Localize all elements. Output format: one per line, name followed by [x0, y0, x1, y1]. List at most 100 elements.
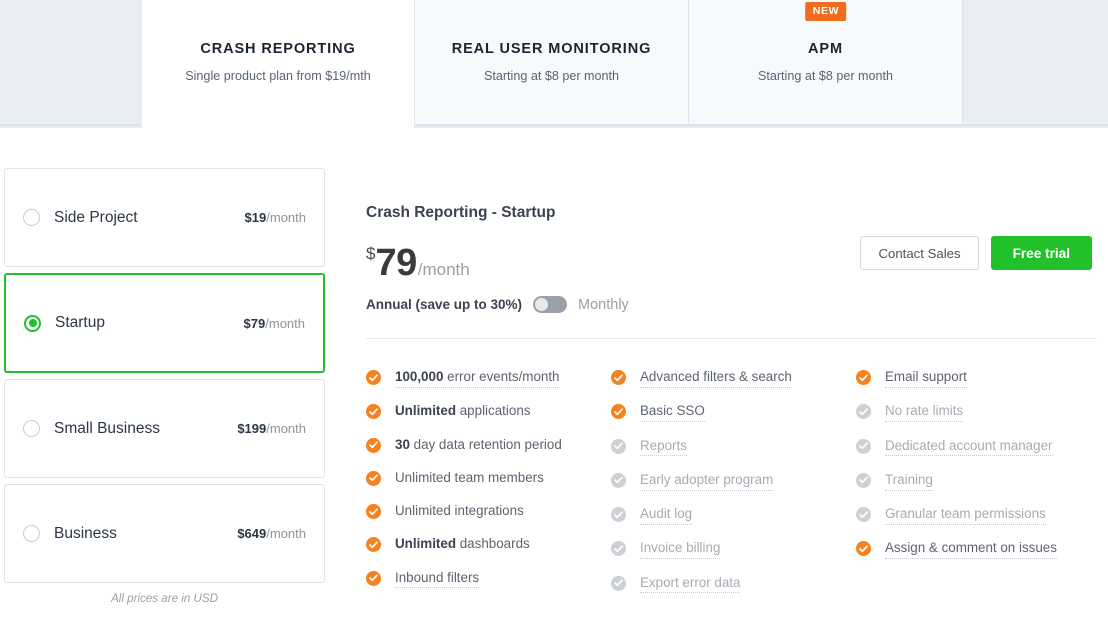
plan-price-amount: $199: [237, 421, 266, 436]
plan-price: $19/month: [245, 210, 306, 225]
feature-label: Dedicated account manager: [885, 438, 1053, 457]
feature-label-text: Email support: [885, 369, 967, 384]
plan-name: Side Project: [54, 209, 245, 227]
plan-price-period: /month: [266, 210, 306, 225]
price-currency-symbol: $: [366, 244, 375, 264]
tab-crash-reporting[interactable]: CRASH REPORTINGSingle product plan from …: [141, 0, 415, 128]
plan-price-period: /month: [266, 421, 306, 436]
billing-annual-label[interactable]: Annual (save up to 30%): [366, 297, 522, 312]
plan-card-side-project[interactable]: Side Project$19/month: [4, 168, 325, 267]
plan-name: Small Business: [54, 420, 237, 438]
feature-label: No rate limits: [885, 403, 963, 422]
feature-label-text: Inbound filters: [395, 570, 479, 585]
feature-label: Inbound filters: [395, 570, 479, 589]
contact-sales-button[interactable]: Contact Sales: [860, 236, 978, 270]
tab-title: CRASH REPORTING: [200, 41, 355, 57]
billing-monthly-label[interactable]: Monthly: [578, 297, 629, 313]
feature-label-text: Early adopter program: [640, 472, 773, 487]
feature-label-text: day data retention period: [410, 437, 562, 452]
plan-price: $79/month: [244, 316, 305, 331]
feature-label-text: Training: [885, 472, 933, 487]
plan-radio[interactable]: [24, 315, 41, 332]
feature-label-text: Unlimited integrations: [395, 503, 524, 518]
check-circle-icon: [856, 370, 871, 385]
feature-item: Email support: [856, 369, 1100, 388]
feature-label: Assign & comment on issues: [885, 540, 1057, 559]
feature-label-text: Audit log: [640, 506, 692, 521]
check-circle-disabled-icon: [611, 541, 626, 556]
plan-card-startup[interactable]: Startup$79/month: [4, 273, 325, 373]
plan-price-period: /month: [266, 526, 306, 541]
check-circle-disabled-icon: [856, 404, 871, 419]
plan-radio[interactable]: [23, 525, 40, 542]
feature-item: Unlimited team members: [366, 470, 611, 488]
feature-label: Email support: [885, 369, 967, 388]
check-circle-icon: [366, 370, 381, 385]
feature-label-text: applications: [456, 403, 530, 418]
feature-item: Audit log: [611, 506, 856, 525]
feature-column-2: Advanced filters & search Basic SSO Report…: [611, 369, 856, 609]
plan-price: $199/month: [237, 421, 306, 436]
billing-toggle[interactable]: [533, 296, 567, 313]
plan-card-small-business[interactable]: Small Business$199/month: [4, 379, 325, 478]
check-circle-disabled-icon: [611, 576, 626, 591]
feature-item: Dedicated account manager: [856, 438, 1100, 457]
check-circle-icon: [366, 571, 381, 586]
feature-label: Advanced filters & search: [640, 369, 792, 388]
feature-label-text: Export error data: [640, 575, 740, 590]
feature-item: Training: [856, 472, 1100, 491]
feature-item: Reports: [611, 438, 856, 457]
feature-label-prefix: 100,000: [395, 369, 443, 384]
check-circle-icon: [366, 537, 381, 552]
tab-real-user-monitoring[interactable]: REAL USER MONITORINGStarting at $8 per m…: [415, 0, 689, 126]
price-period: /month: [418, 260, 470, 280]
plan-selector: Side Project$19/monthStartup$79/monthSma…: [4, 168, 325, 605]
plan-price-amount: $79: [244, 316, 266, 331]
plan-price-amount: $649: [237, 526, 266, 541]
plan-radio[interactable]: [23, 209, 40, 226]
feature-label: Granular team permissions: [885, 506, 1046, 525]
free-trial-button[interactable]: Free trial: [991, 236, 1092, 270]
tab-bar-gutter-left: [0, 0, 141, 126]
check-circle-icon: [611, 370, 626, 385]
feature-label-prefix: Unlimited: [395, 536, 456, 551]
feature-column-3: Email support No rate limits Dedicated acc…: [856, 369, 1100, 609]
check-circle-icon: [366, 504, 381, 519]
feature-label: Unlimited applications: [395, 403, 530, 421]
feature-item: Assign & comment on issues: [856, 540, 1100, 559]
feature-label: Reports: [640, 438, 687, 457]
feature-label: Training: [885, 472, 933, 491]
feature-item: Export error data: [611, 575, 856, 594]
plan-name: Business: [54, 525, 237, 543]
feature-label-prefix: Unlimited: [395, 403, 456, 418]
feature-label-text: error events/month: [443, 369, 559, 384]
feature-label: 30 day data retention period: [395, 437, 562, 455]
plan-radio[interactable]: [23, 420, 40, 437]
tab-apm[interactable]: NEW APM Starting at $8 per month: [689, 0, 963, 126]
billing-period-switch: Annual (save up to 30%) Monthly: [366, 296, 1100, 313]
feature-label: Export error data: [640, 575, 740, 594]
feature-item: No rate limits: [856, 403, 1100, 422]
feature-label-text: Unlimited team members: [395, 470, 544, 485]
tab-subtitle: Starting at $8 per month: [758, 69, 893, 83]
check-circle-icon: [366, 404, 381, 419]
feature-column-1: 100,000 error events/month Unlimited appl…: [366, 369, 611, 609]
feature-item: Basic SSO: [611, 403, 856, 422]
feature-label-text: Advanced filters & search: [640, 369, 792, 384]
check-circle-icon: [611, 404, 626, 419]
feature-item: Granular team permissions: [856, 506, 1100, 525]
tab-title: APM: [808, 41, 843, 57]
feature-label: Unlimited integrations: [395, 503, 524, 521]
check-circle-disabled-icon: [856, 439, 871, 454]
plan-actions: Contact Sales Free trial: [860, 236, 1092, 270]
feature-item: 100,000 error events/month: [366, 369, 611, 388]
check-circle-icon: [366, 471, 381, 486]
check-circle-disabled-icon: [856, 473, 871, 488]
feature-item: Unlimited applications: [366, 403, 611, 421]
check-circle-disabled-icon: [611, 507, 626, 522]
plan-card-list: Side Project$19/monthStartup$79/monthSma…: [4, 168, 325, 583]
feature-label-prefix: 30: [395, 437, 410, 452]
check-circle-disabled-icon: [611, 439, 626, 454]
plan-card-business[interactable]: Business$649/month: [4, 484, 325, 583]
new-badge: NEW: [805, 2, 847, 21]
